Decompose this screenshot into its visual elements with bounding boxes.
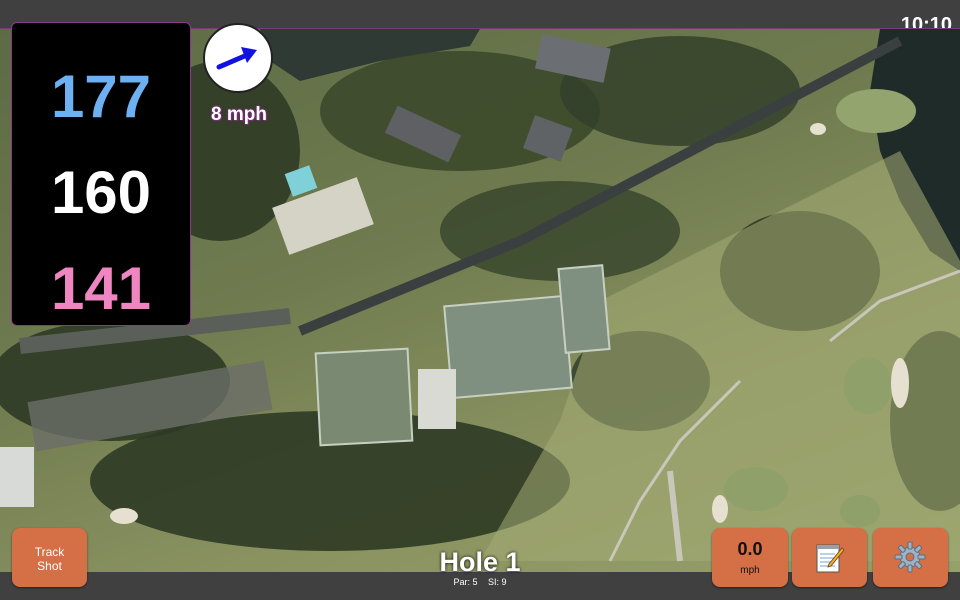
hole-title: Hole 1 [439, 547, 521, 577]
speed-value: 0.0 [737, 539, 763, 559]
hole-details: Par: 5 SI: 9 [380, 577, 580, 587]
track-shot-button[interactable]: Track Shot [12, 528, 87, 587]
gear-icon [894, 541, 926, 573]
back-distance: 177 [50, 63, 152, 130]
wind-indicator [203, 23, 273, 93]
settings-button[interactable] [873, 528, 948, 587]
track-shot-label-line2: Shot [37, 559, 62, 573]
stroke-index-label: SI: 9 [488, 577, 507, 587]
par-label: Par: 5 [453, 577, 478, 587]
notes-button[interactable] [792, 528, 867, 587]
distance-panel: 177 160 141 [11, 22, 191, 326]
wind-speed-label: 8 mph [211, 104, 267, 125]
front-distance: 141 [50, 255, 152, 322]
wind-direction-arrow-icon [216, 47, 257, 70]
track-shot-label-line1: Track [34, 545, 65, 559]
speed-unit: mph [740, 565, 760, 576]
speed-button[interactable]: 0.0 mph [712, 528, 788, 587]
notepad-icon [816, 544, 845, 573]
middle-distance: 160 [50, 159, 152, 226]
